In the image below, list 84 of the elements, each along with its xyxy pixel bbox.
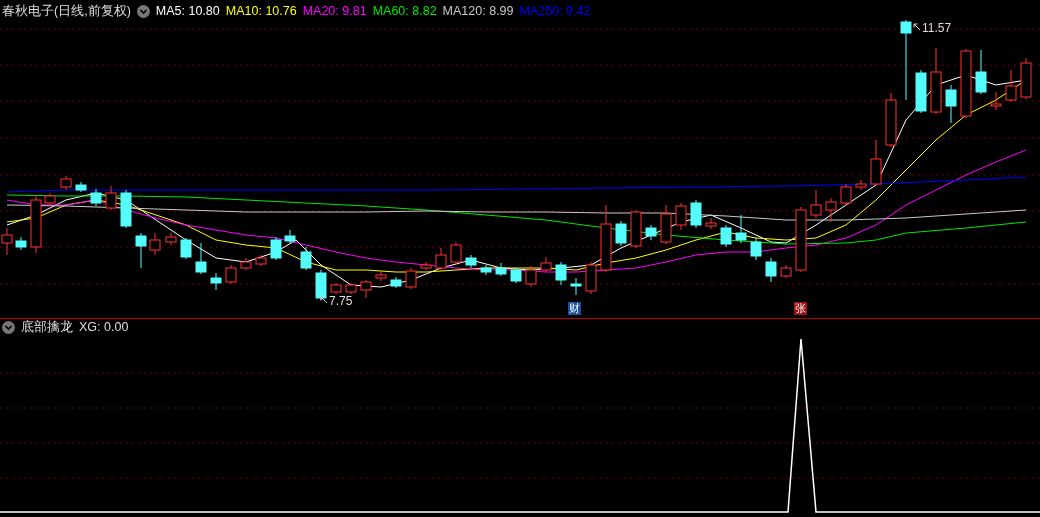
candlestick <box>60 175 72 191</box>
candlestick <box>450 241 462 265</box>
candlestick <box>765 257 777 283</box>
candlestick <box>975 49 987 95</box>
candlestick <box>600 204 612 273</box>
candlestick <box>840 183 852 207</box>
moving-average-legend: MA10: 10.76 <box>225 4 297 18</box>
indicator-reading: XG: 0.00 <box>79 320 129 334</box>
candlestick <box>300 246 312 271</box>
high-price-label: 11.57 <box>922 21 952 35</box>
candlestick <box>855 179 867 191</box>
candlestick <box>570 277 582 296</box>
candlestick <box>120 189 132 229</box>
candlestick <box>105 185 117 211</box>
candlestick <box>585 261 597 295</box>
candlestick <box>195 242 207 275</box>
stock-title: 春秋电子(日线,前复权) <box>2 2 131 20</box>
moving-average-legend: MA120: 8.99 <box>442 4 514 18</box>
candlestick <box>480 264 492 276</box>
candlestick <box>225 264 237 285</box>
candlestick <box>165 232 177 246</box>
candlestick <box>375 271 387 282</box>
candlestick <box>1005 69 1017 103</box>
candlestick <box>690 199 702 229</box>
candlestick <box>660 204 672 245</box>
candlestick <box>495 262 507 277</box>
candlestick <box>960 48 972 119</box>
candlestick <box>44 192 56 207</box>
candlestick <box>345 282 357 295</box>
candlestick <box>810 189 822 219</box>
candlestick <box>149 232 161 256</box>
candlestick <box>780 264 792 279</box>
candlestick <box>705 217 717 230</box>
candlestick <box>360 279 372 299</box>
moving-average-legend: MA20: 9.81 <box>302 4 367 18</box>
moving-average-legend: MA5: 10.80 <box>155 4 220 18</box>
candlestick <box>555 261 567 286</box>
candlestick <box>735 214 747 244</box>
pointer-arrow-icon <box>320 296 328 304</box>
candlestick <box>750 237 762 261</box>
candlestick <box>330 282 342 295</box>
pointer-arrow-icon <box>913 23 921 31</box>
candlestick <box>870 139 882 187</box>
candlestick <box>510 267 522 284</box>
candlestick <box>15 236 27 251</box>
candlestick <box>75 181 87 193</box>
candlestick <box>990 91 1002 111</box>
candlestick <box>30 194 42 254</box>
dropdown-icon[interactable] <box>136 4 150 18</box>
candlestick <box>540 256 552 273</box>
candlestick <box>630 209 642 249</box>
candlestick <box>720 224 732 248</box>
indicator-name: 底部擒龙 <box>21 318 73 336</box>
candlestick <box>885 92 897 148</box>
candlestick <box>135 232 147 269</box>
candlestick <box>270 236 282 261</box>
candlestick <box>825 197 837 223</box>
candlestick <box>390 276 402 289</box>
candlestick <box>210 272 222 291</box>
dropdown-icon[interactable] <box>2 320 15 334</box>
candlestick <box>675 202 687 231</box>
candlestick <box>435 247 447 271</box>
candlestick <box>420 261 432 271</box>
candlestick <box>615 220 627 247</box>
event-marker[interactable]: 财 <box>568 302 581 315</box>
candlestick <box>315 269 327 301</box>
low-price-label: 7.75 <box>329 294 353 308</box>
event-marker[interactable]: 张 <box>794 302 807 315</box>
candlestick <box>465 254 477 269</box>
candlestick <box>405 267 417 290</box>
moving-average-legend: MA60: 8.82 <box>372 4 437 18</box>
candlestick <box>284 229 296 244</box>
candlestick <box>1020 57 1032 100</box>
candlestick <box>90 188 102 207</box>
candlestick <box>645 224 657 241</box>
candlestick <box>180 237 192 260</box>
candlestick <box>240 257 252 271</box>
candlestick <box>930 47 942 115</box>
candlestick <box>525 265 537 288</box>
candlestick <box>795 206 807 273</box>
moving-average-legend: MA250: 9.42 <box>519 4 591 18</box>
candlestick <box>255 254 267 267</box>
candlestick <box>915 69 927 114</box>
candlestick <box>945 84 957 124</box>
